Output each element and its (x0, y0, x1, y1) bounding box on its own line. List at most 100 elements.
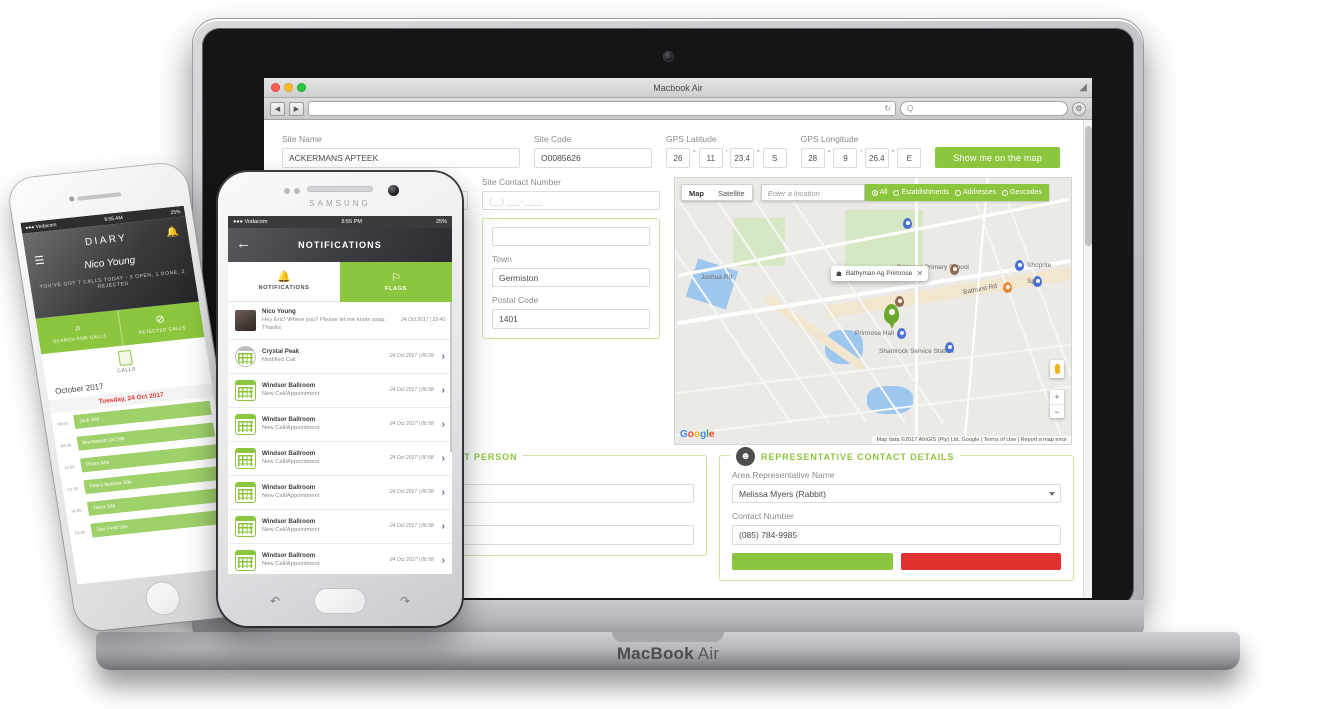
map-filter-addresses[interactable]: Addresses (954, 189, 996, 196)
map-poi-icon[interactable] (1003, 282, 1012, 293)
map-poi-icon[interactable] (895, 296, 904, 307)
map-filter-radios[interactable]: All Establishments Addresses Geocodes (864, 184, 1049, 201)
tab-flags[interactable]: ⚐ FLAGS (340, 262, 452, 302)
list-item[interactable]: Windsor Ballroom New Call/Appointment 24… (228, 442, 452, 476)
map-selected-pin[interactable] (884, 304, 899, 329)
show-me-on-the-map-button[interactable]: Show me on the map (935, 147, 1060, 168)
browser-search-input[interactable]: Q (900, 101, 1068, 116)
map-zoom-controls[interactable]: + − (1050, 390, 1064, 418)
map-filter-establishments[interactable]: Establishments (893, 189, 949, 196)
radio-icon (954, 189, 961, 196)
diary-row-time: 08:00 (56, 420, 69, 427)
sensor-icon (284, 188, 290, 194)
postal-code-input[interactable]: 1401 (492, 309, 650, 329)
site-code-label: Site Code (534, 134, 572, 144)
chevron-down-icon (1049, 491, 1055, 496)
street-view-pegman-icon[interactable] (1050, 360, 1064, 378)
scrollbar-thumb[interactable] (1085, 126, 1092, 246)
list-item-date: 24 Oct 2017 | 06:58 (389, 557, 434, 564)
map-filter-all[interactable]: All (871, 189, 887, 196)
chevron-right-icon[interactable]: › (442, 555, 445, 566)
address-bar[interactable]: ↻ (308, 101, 896, 116)
forward-button[interactable]: ▶ (289, 101, 304, 116)
radio-icon (871, 189, 878, 196)
logo-letter: e (708, 429, 715, 440)
back-arrow-icon[interactable]: ← (236, 236, 251, 251)
search-icon: Q (907, 104, 914, 113)
map-poi-icon[interactable] (903, 218, 912, 229)
map-poi-icon[interactable] (897, 328, 906, 339)
gps-lng-degrees[interactable]: 28 (800, 148, 825, 168)
web-app-scrollbar[interactable] (1083, 120, 1092, 598)
map-tooltip-close-icon[interactable]: ✕ (916, 269, 923, 278)
save-button[interactable] (732, 553, 893, 570)
close-icon[interactable] (271, 83, 280, 92)
list-item-subtitle: New Call/Appointment (262, 526, 320, 533)
site-code-input[interactable]: O0085626 (534, 148, 652, 168)
resize-handle-icon[interactable]: ◢ (1079, 82, 1087, 93)
chevron-right-icon[interactable]: › (442, 385, 445, 396)
map-street-label: Joshua Rd (701, 274, 733, 281)
list-item[interactable]: Windsor Ballroom New Call/Appointment 24… (228, 476, 452, 510)
map-filter-geocodes[interactable]: Geocodes (1002, 189, 1042, 196)
gps-lng-minutes[interactable]: 9 (833, 148, 858, 168)
back-key-icon[interactable]: ↷ (400, 594, 410, 608)
area-representative-select[interactable]: Melissa Myers (Rabbit) (732, 484, 1061, 503)
clock-label: 8:55 AM (103, 214, 124, 223)
tab-notifications-label: NOTIFICATIONS (258, 285, 310, 291)
map-info-tooltip[interactable]: ☗ Bathyman Ag Primrose ✕ (831, 266, 929, 281)
diary-row-time: 12:30 (67, 485, 79, 492)
chevron-right-icon[interactable]: › (442, 453, 445, 464)
home-button[interactable] (314, 588, 366, 614)
gps-lng-hemisphere[interactable]: E (897, 148, 922, 168)
zoom-in-button[interactable]: + (1050, 390, 1064, 404)
map-poi-icon[interactable] (1033, 276, 1042, 287)
representative-contact-input[interactable]: (085) 784-9985 (732, 525, 1061, 545)
map-type-map-button[interactable]: Map (682, 185, 711, 200)
minimize-icon[interactable] (284, 83, 293, 92)
gps-lat-degrees[interactable]: 26 (666, 148, 690, 168)
list-item[interactable]: Windsor Ballroom New Call/Appointment 24… (228, 408, 452, 442)
back-button[interactable]: ◀ (270, 101, 285, 116)
area-representative-label: Area Representative Name (732, 470, 835, 480)
gps-lat-seconds[interactable]: 23.4 (730, 148, 755, 168)
maximize-icon[interactable] (297, 83, 306, 92)
recents-key-icon[interactable]: ↶ (270, 594, 280, 608)
site-name-input[interactable]: ACKERMANS APTEEK (282, 148, 520, 168)
radio-icon (893, 189, 900, 196)
list-item[interactable]: Windsor Ballroom New Call/Appointment 24… (228, 374, 452, 408)
map-type-satellite-button[interactable]: Satellite (711, 185, 752, 200)
list-item[interactable]: Nico Young Hey Eric! Where you? Please l… (228, 302, 452, 340)
chevron-right-icon[interactable]: › (442, 487, 445, 498)
list-item[interactable]: Windsor Ballroom New Call/Appointment 24… (228, 544, 452, 574)
chevron-right-icon[interactable]: › (442, 521, 445, 532)
reload-icon[interactable]: ↻ (884, 104, 891, 113)
list-item[interactable]: Crystal Peak Modified Call 24 Oct 2017 |… (228, 340, 452, 374)
gear-icon[interactable]: ⚙ (1072, 101, 1086, 116)
map-poi-icon[interactable] (950, 264, 959, 275)
map-poi-icon[interactable] (1015, 260, 1024, 271)
list-item[interactable]: Windsor Ballroom New Call/Appointment 24… (228, 510, 452, 544)
degree-symbol: ° (827, 150, 831, 157)
map-type-switch[interactable]: Map Satellite (681, 184, 753, 201)
google-map[interactable]: Map Satellite Enter a location All Estab… (674, 177, 1072, 445)
site-contact-number-input[interactable]: (__) ___-____ (482, 191, 660, 210)
chevron-right-icon[interactable]: › (442, 419, 445, 430)
list-item-date: 24 Oct 2017 | 22:40 (401, 317, 445, 324)
gps-lat-minutes[interactable]: 11 (698, 148, 723, 168)
map-location-search-input[interactable]: Enter a location (760, 184, 865, 201)
list-scrollbar[interactable] (450, 302, 452, 452)
window-controls[interactable] (271, 83, 306, 92)
chevron-right-icon[interactable]: › (442, 351, 445, 362)
cancel-button[interactable] (900, 553, 1061, 570)
calls-label: CALLS (116, 366, 137, 375)
town-input[interactable]: Germiston (492, 268, 650, 287)
address-line-input[interactable] (492, 227, 650, 246)
gps-latitude-field: GPS Latitude 26 ° 11 ' 23.4 " S (666, 134, 787, 168)
zoom-out-button[interactable]: − (1050, 404, 1064, 418)
list-item-date: 24 Oct 2017 | 06:58 (389, 455, 434, 462)
gps-lat-hemisphere[interactable]: S (762, 148, 787, 168)
map-poi-icon[interactable] (945, 342, 954, 353)
tab-notifications[interactable]: 🔔 NOTIFICATIONS (228, 262, 340, 302)
gps-lng-seconds[interactable]: 26.4 (864, 148, 889, 168)
